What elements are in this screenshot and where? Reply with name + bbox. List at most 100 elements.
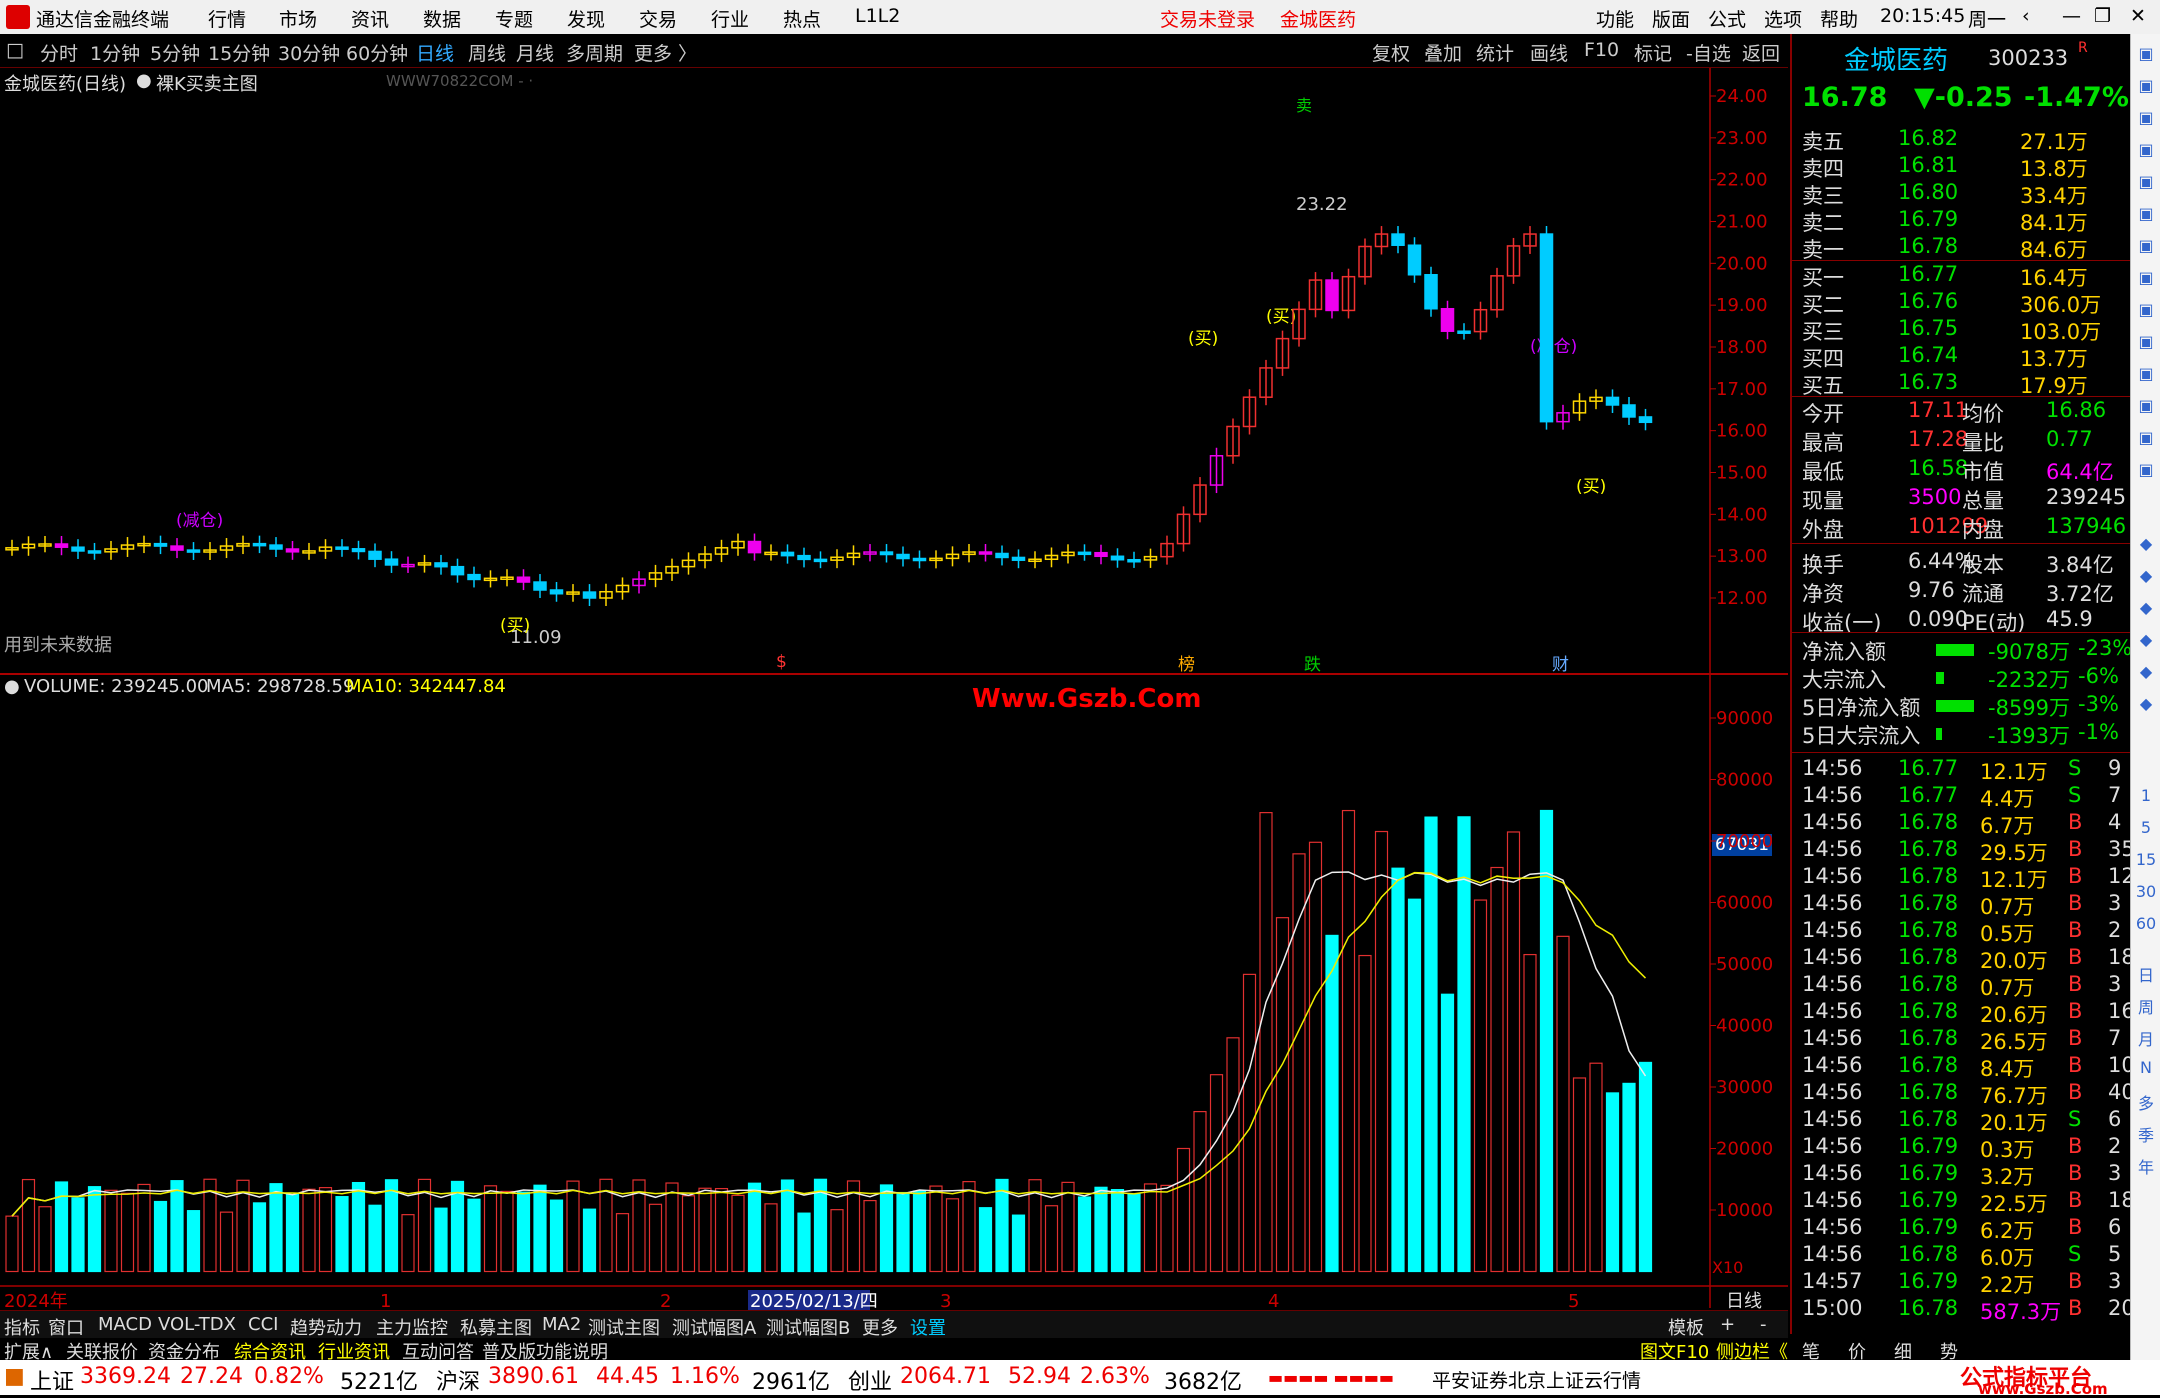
period-5min[interactable]: 5分钟	[150, 39, 200, 66]
menu-formula[interactable]: 公式	[1708, 5, 1746, 32]
menu-news[interactable]: 资讯	[351, 5, 389, 32]
menu-market[interactable]: 市场	[279, 5, 317, 32]
sh-label[interactable]: 上证	[30, 1364, 74, 1396]
period-shortcut-30[interactable]: 30	[2135, 882, 2157, 904]
period-shortcut-3[interactable]: 月	[2135, 1026, 2157, 1049]
book-icon[interactable]: ▣	[2135, 396, 2157, 418]
period-shortcut-15[interactable]: 15	[2135, 850, 2157, 872]
indicator-tab[interactable]: 私募主图	[460, 1314, 532, 1340]
panel-tab[interactable]: 势	[1940, 1338, 1958, 1364]
menu-l1l2[interactable]: L1L2	[855, 5, 900, 27]
panel-tab[interactable]: 价	[1848, 1338, 1866, 1364]
share-icon[interactable]: ◆	[2135, 694, 2157, 716]
btn-return[interactable]: 返回	[1742, 39, 1780, 66]
menu-function[interactable]: 功能	[1596, 5, 1634, 32]
period-weekly[interactable]: 周线	[468, 39, 506, 66]
menu-trade[interactable]: 交易	[639, 5, 677, 32]
indicator-tab[interactable]: 设置	[910, 1314, 946, 1340]
list-icon[interactable]: ▣	[2135, 172, 2157, 194]
btn-stats[interactable]: 统计	[1476, 39, 1514, 66]
back-icon[interactable]: ‹	[2022, 5, 2030, 27]
period-shortcut-1[interactable]: 1	[2135, 786, 2157, 808]
indicator-tab[interactable]: 测试主图	[588, 1314, 660, 1340]
fund-icon[interactable]: ▣	[2135, 364, 2157, 386]
btn-draw[interactable]: 画线	[1530, 39, 1568, 66]
indicator-tab[interactable]: CCI	[248, 1314, 278, 1335]
panel-tab[interactable]: 细	[1894, 1338, 1912, 1364]
f2-icon[interactable]: ▣	[2135, 428, 2157, 450]
template-button[interactable]: -	[1760, 1314, 1767, 1335]
period-shortcut-4[interactable]: N	[2135, 1058, 2157, 1080]
period-shortcut-5[interactable]: 多	[2135, 1090, 2157, 1113]
btn-f10[interactable]: F10	[1584, 39, 1619, 61]
pen-icon[interactable]: ◆	[2135, 630, 2157, 652]
indicator-tab[interactable]: VOL-TDX	[158, 1314, 236, 1335]
template-button[interactable]: 模板	[1668, 1314, 1704, 1340]
restore-icon[interactable]: ❐	[2094, 5, 2111, 27]
period-1min[interactable]: 1分钟	[90, 39, 140, 66]
line-chart-icon[interactable]: ▣	[2135, 204, 2157, 226]
rsi-icon[interactable]: ◆	[2135, 566, 2157, 588]
template-button[interactable]: +	[1720, 1314, 1735, 1335]
cy-label[interactable]: 创业	[848, 1364, 892, 1396]
period-shortcut-6[interactable]: 季	[2135, 1122, 2157, 1145]
close-icon[interactable]: ✕	[2130, 5, 2146, 27]
indicator-tab[interactable]: 趋势动力	[290, 1314, 362, 1340]
btn-add-watch[interactable]: -自选	[1686, 39, 1731, 66]
circle-icon[interactable]: ▣	[2135, 460, 2157, 482]
menu-data[interactable]: 数据	[423, 5, 461, 32]
menu-discover[interactable]: 发现	[567, 5, 605, 32]
period-shortcut-5[interactable]: 5	[2135, 818, 2157, 840]
table-icon[interactable]: ▣	[2135, 268, 2157, 290]
period-shortcut-2[interactable]: 周	[2135, 994, 2157, 1017]
period-shortcut-1[interactable]: 日	[2135, 962, 2157, 985]
period-shortcut-7[interactable]: 年	[2135, 1154, 2157, 1177]
indicator-tab[interactable]: MACD	[98, 1314, 152, 1335]
indicator-tab[interactable]: MA2	[542, 1314, 581, 1335]
indicator-tab[interactable]: 窗口	[48, 1314, 84, 1340]
f10-icon[interactable]: ▣	[2135, 300, 2157, 322]
kline-chart-area[interactable]: 金城医药(日线) ● 裸K买卖主图 WWW70822COM - · 用到未来数据…	[0, 68, 1788, 1316]
period-15min[interactable]: 15分钟	[208, 39, 270, 66]
period-daily[interactable]: 日线	[416, 39, 454, 66]
panel-tab[interactable]: 笔	[1802, 1338, 1820, 1364]
indicator-tab[interactable]: 指标	[4, 1314, 40, 1340]
menu-industry[interactable]: 行业	[711, 5, 749, 32]
menu-hot[interactable]: 热点	[783, 5, 821, 32]
period-30min[interactable]: 30分钟	[278, 39, 340, 66]
menu-square-icon[interactable]: ■	[4, 1364, 25, 1389]
down-arrow-icon[interactable]: ▣	[2135, 108, 2157, 130]
period-shortcut-60[interactable]: 60	[2135, 914, 2157, 936]
menu-help[interactable]: 帮助	[1820, 5, 1858, 32]
indicator-tab[interactable]: 测试幅图B	[766, 1314, 850, 1340]
period-fenshi[interactable]: 分时	[40, 39, 78, 66]
fs-icon[interactable]: ◆	[2135, 662, 2157, 684]
sz-label[interactable]: 沪深	[436, 1364, 480, 1396]
indicator-icon[interactable]: ◆	[2135, 534, 2157, 556]
grid-icon[interactable]: ▣	[2135, 332, 2157, 354]
menu-layout[interactable]: 版面	[1652, 5, 1690, 32]
move-icon[interactable]: ◆	[2135, 598, 2157, 620]
indicator-tab[interactable]: 主力监控	[376, 1314, 448, 1340]
indicator-tab[interactable]: 更多	[862, 1314, 898, 1340]
btn-fuquan[interactable]: 复权	[1372, 39, 1410, 66]
tool-icon[interactable]: ▣	[2135, 44, 2157, 66]
collapse-icon[interactable]: □	[6, 39, 24, 61]
minimize-icon[interactable]: —	[2062, 5, 2081, 27]
period-multi[interactable]: 多周期	[566, 39, 623, 66]
period-more[interactable]: 更多 〉	[634, 39, 697, 66]
kline-icon[interactable]: ▣	[2135, 236, 2157, 258]
menu-hq[interactable]: 行情	[208, 5, 246, 32]
trade-login-status[interactable]: 交易未登录	[1160, 5, 1255, 32]
period-60min[interactable]: 60分钟	[346, 39, 408, 66]
btn-mark[interactable]: 标记	[1634, 39, 1672, 66]
chart-icon[interactable]: ▣	[2135, 140, 2157, 162]
up-arrow-icon[interactable]: ▣	[2135, 76, 2157, 98]
btn-overlay[interactable]: 叠加	[1424, 39, 1462, 66]
menu-topic[interactable]: 专题	[495, 5, 533, 32]
sz-pct: 1.16%	[670, 1364, 740, 1389]
tick-count: 4	[2108, 810, 2122, 834]
menu-options[interactable]: 选项	[1764, 5, 1802, 32]
indicator-tab[interactable]: 测试幅图A	[672, 1314, 756, 1340]
period-monthly[interactable]: 月线	[516, 39, 554, 66]
